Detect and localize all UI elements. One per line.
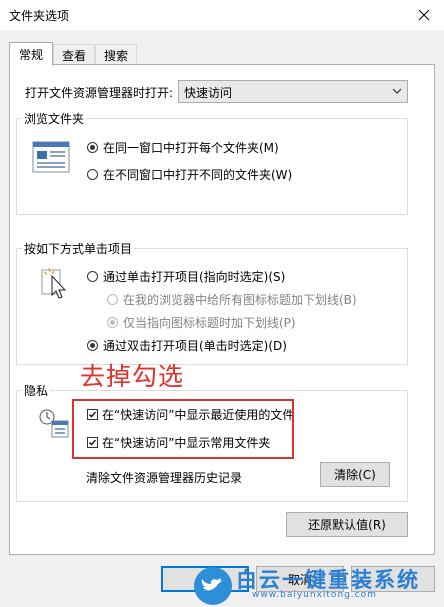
browse-folders-label: 浏览文件夹 xyxy=(22,110,87,127)
annotation-highlight-box xyxy=(72,399,294,459)
watermark-url: www.baiyunxitong.com xyxy=(252,590,377,600)
clear-history-label: 清除文件资源管理器历史记录 xyxy=(86,471,243,485)
general-panel: 打开文件资源管理器时打开: 快速访问 浏览文件夹 在同一窗口中打开每个文件夹(M… xyxy=(9,64,435,555)
tab-view-label: 查看 xyxy=(62,48,87,63)
new-window-radio[interactable] xyxy=(87,169,98,180)
underline-all-label: 在我的浏览器中给所有图标标题加下划线(B) xyxy=(123,293,357,307)
privacy-clock-icon xyxy=(39,409,69,438)
bird-logo-icon xyxy=(194,567,232,605)
tab-general-label: 常规 xyxy=(19,48,44,62)
same-window-label: 在同一窗口中打开每个文件夹(M) xyxy=(103,141,279,155)
clear-history-button[interactable]: 清除(C) xyxy=(320,462,390,487)
underline-point-option: 仅当指向图标标题时加下划线(P) xyxy=(107,314,296,331)
underline-point-radio xyxy=(107,317,118,328)
open-explorer-select[interactable]: 快速访问 xyxy=(178,80,408,103)
chevron-down-icon xyxy=(392,88,402,94)
new-window-option[interactable]: 在不同窗口中打开不同的文件夹(W) xyxy=(87,166,292,183)
same-window-option[interactable]: 在同一窗口中打开每个文件夹(M) xyxy=(87,139,279,156)
single-click-radio[interactable] xyxy=(87,271,98,282)
new-window-label: 在不同窗口中打开不同的文件夹(W) xyxy=(103,168,293,182)
open-explorer-value: 快速访问 xyxy=(184,86,233,100)
single-click-option[interactable]: 通过单击打开项目(指向时选定)(S) xyxy=(87,268,285,285)
restore-defaults-button[interactable]: 还原默认值(R) xyxy=(286,512,408,537)
restore-defaults-label: 还原默认值(R) xyxy=(308,518,386,532)
privacy-label: 隐私 xyxy=(22,382,51,399)
watermark: 白云一键重装系统 www.baiyunxitong.com xyxy=(188,565,444,607)
clear-history-button-label: 清除(C) xyxy=(334,468,376,482)
close-button[interactable] xyxy=(404,0,444,30)
tab-search[interactable]: 搜索 xyxy=(95,44,138,65)
double-click-option[interactable]: 通过双击打开项目(单击时选定)(D) xyxy=(87,337,287,354)
close-icon xyxy=(418,9,430,21)
underline-point-label: 仅当指向图标标题时加下划线(P) xyxy=(123,316,296,330)
double-click-label: 通过双击打开项目(单击时选定)(D) xyxy=(103,339,287,353)
double-click-radio[interactable] xyxy=(87,340,98,351)
open-explorer-label: 打开文件资源管理器时打开: xyxy=(25,86,174,100)
annotation-text: 去掉勾选 xyxy=(80,362,185,391)
same-window-radio[interactable] xyxy=(87,142,98,153)
click-items-label: 按如下方式单击项目 xyxy=(22,240,135,257)
underline-all-option: 在我的浏览器中给所有图标标题加下划线(B) xyxy=(107,291,357,308)
tab-strip: 常规 查看 搜索 xyxy=(9,42,138,66)
tab-search-label: 搜索 xyxy=(104,48,129,63)
dialog-client: 常规 查看 搜索 打开文件资源管理器时打开: 快速访问 浏览文件夹 在同一窗口中… xyxy=(0,30,444,607)
single-click-label: 通过单击打开项目(指向时选定)(S) xyxy=(103,270,286,284)
window-title: 文件夹选项 xyxy=(9,9,70,23)
tab-view[interactable]: 查看 xyxy=(53,44,96,65)
tab-general[interactable]: 常规 xyxy=(9,42,54,66)
underline-all-radio xyxy=(107,294,118,305)
pointer-click-icon xyxy=(41,267,67,299)
title-bar: 文件夹选项 xyxy=(0,0,444,30)
browse-folders-icon xyxy=(32,141,70,173)
